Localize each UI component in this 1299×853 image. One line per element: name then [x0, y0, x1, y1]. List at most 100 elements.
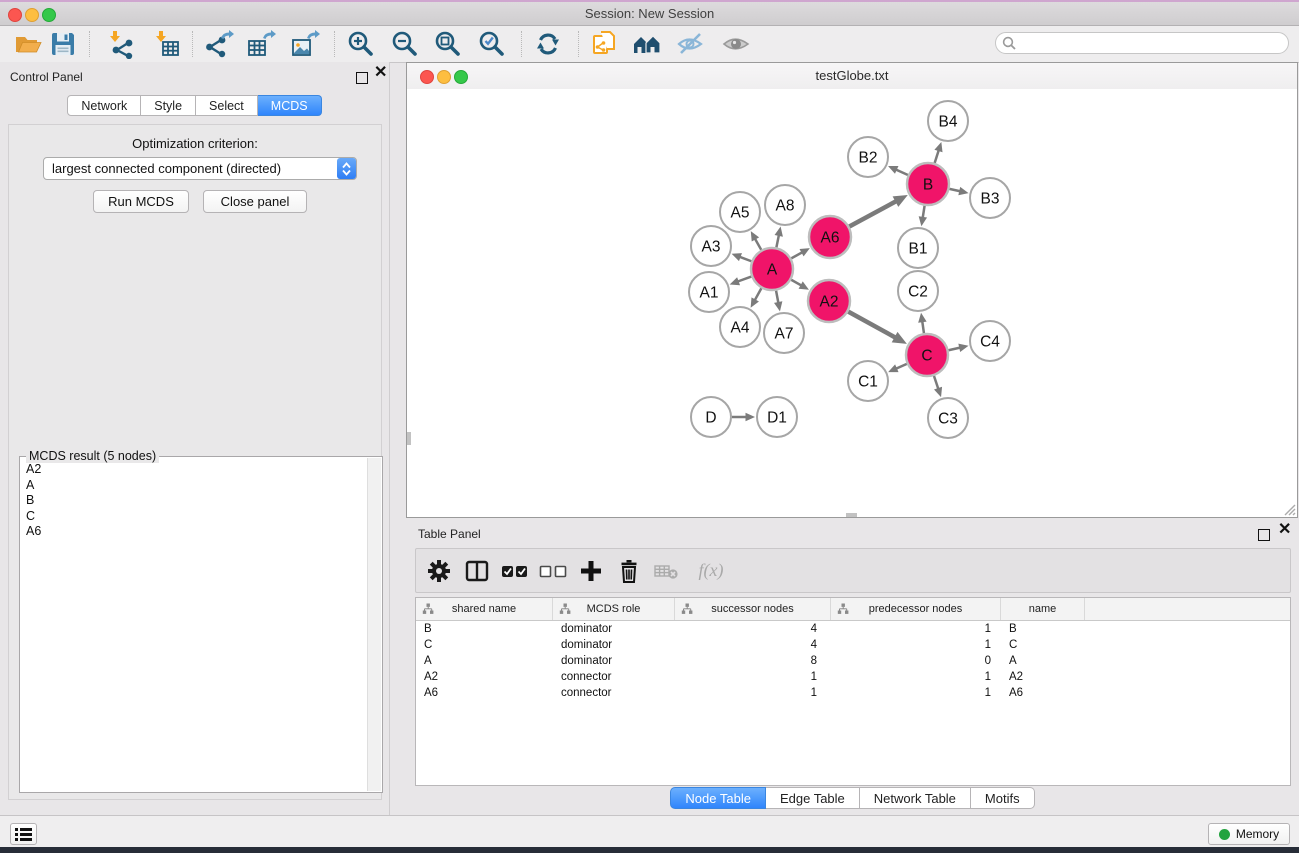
- new-network-from-selection-icon[interactable]: [590, 29, 620, 59]
- graph-edge-A-A6[interactable]: [791, 252, 803, 259]
- table-cell[interactable]: 4: [675, 621, 831, 637]
- tab-mcds[interactable]: MCDS: [258, 95, 322, 116]
- table-cell[interactable]: connector: [553, 669, 675, 685]
- table-row[interactable]: Cdominator41C: [416, 637, 1290, 653]
- zoom-selected-icon[interactable]: [477, 29, 507, 59]
- memory-button[interactable]: Memory: [1208, 823, 1290, 845]
- table-cell[interactable]: A6: [416, 685, 553, 701]
- zoom-in-icon[interactable]: [346, 29, 376, 59]
- graph-edge-A-A7[interactable]: [776, 291, 779, 304]
- canvas-vertical-scroll-thumb[interactable]: [407, 432, 411, 445]
- canvas-horizontal-scroll-thumb[interactable]: [846, 513, 857, 517]
- export-image-icon[interactable]: [290, 29, 320, 59]
- zoom-out-icon[interactable]: [390, 29, 420, 59]
- table-float-panel-icon[interactable]: [1258, 529, 1270, 541]
- close-panel-button[interactable]: Close panel: [203, 190, 307, 213]
- table-cell[interactable]: A: [1001, 653, 1085, 669]
- mcds-result-item[interactable]: A: [22, 478, 366, 494]
- close-panel-icon[interactable]: ✕: [374, 65, 387, 81]
- mcds-result-item[interactable]: A2: [22, 462, 366, 478]
- tab-network-table[interactable]: Network Table: [860, 787, 971, 809]
- column-label: name: [1029, 603, 1057, 615]
- graph-edge-A-A4[interactable]: [754, 288, 761, 301]
- tab-node-table[interactable]: Node Table: [670, 787, 766, 809]
- table-cell[interactable]: A: [416, 653, 553, 669]
- search-field[interactable]: [995, 32, 1289, 54]
- mcds-result-item[interactable]: B: [22, 493, 366, 509]
- result-scrollbar[interactable]: [367, 458, 381, 791]
- first-neighbors-icon[interactable]: [632, 29, 662, 59]
- column-header-predecessor-nodes[interactable]: predecessor nodes: [831, 598, 1001, 620]
- select-all-columns-icon[interactable]: [500, 556, 530, 586]
- table-cell[interactable]: B: [1001, 621, 1085, 637]
- tab-motifs[interactable]: Motifs: [971, 787, 1035, 809]
- table-close-panel-icon[interactable]: ✕: [1278, 522, 1291, 538]
- graph-edge-B-B4[interactable]: [935, 149, 939, 163]
- search-input[interactable]: [1021, 35, 1282, 51]
- graph-edge-A-A1[interactable]: [737, 277, 752, 282]
- table-cell[interactable]: dominator: [553, 637, 675, 653]
- table-cell[interactable]: 1: [675, 669, 831, 685]
- graph-edge-A-A8[interactable]: [776, 234, 779, 248]
- network-graph[interactable]: B4B2BB3A8A5A6A3B1AC2A1A2A4A7C4CC1C3DD1: [407, 89, 1297, 517]
- graph-edge-B-B2[interactable]: [895, 169, 908, 175]
- unselect-all-columns-icon[interactable]: [538, 556, 568, 586]
- float-panel-icon[interactable]: [356, 72, 368, 84]
- run-mcds-button[interactable]: Run MCDS: [93, 190, 189, 213]
- table-cell[interactable]: A2: [1001, 669, 1085, 685]
- graph-edge-A-A3[interactable]: [739, 256, 752, 261]
- graph-edge-A-A5[interactable]: [754, 238, 761, 250]
- zoom-fit-icon[interactable]: [433, 29, 463, 59]
- table-row[interactable]: Bdominator41B: [416, 621, 1290, 637]
- create-column-plus-icon[interactable]: [576, 556, 606, 586]
- table-cell[interactable]: A6: [1001, 685, 1085, 701]
- show-column-panel-icon[interactable]: [462, 556, 492, 586]
- column-header-successor-nodes[interactable]: successor nodes: [675, 598, 831, 620]
- hide-selected-icon[interactable]: [675, 29, 705, 59]
- tab-select[interactable]: Select: [196, 95, 258, 116]
- criterion-dropdown[interactable]: largest connected component (directed): [43, 157, 357, 180]
- table-row[interactable]: A6connector11A6: [416, 685, 1290, 701]
- task-history-button[interactable]: [10, 823, 37, 845]
- mcds-result-item[interactable]: C: [22, 509, 366, 525]
- table-cell[interactable]: 4: [675, 637, 831, 653]
- table-cell[interactable]: 1: [831, 685, 1001, 701]
- table-cell[interactable]: B: [416, 621, 553, 637]
- table-cell[interactable]: C: [1001, 637, 1085, 653]
- table-row[interactable]: A2connector11A2: [416, 669, 1290, 685]
- table-cell[interactable]: 8: [675, 653, 831, 669]
- table-cell[interactable]: 1: [831, 669, 1001, 685]
- column-header-name[interactable]: name: [1001, 598, 1085, 620]
- table-row[interactable]: Adominator80A: [416, 653, 1290, 669]
- table-cell[interactable]: dominator: [553, 621, 675, 637]
- table-cell[interactable]: 0: [831, 653, 1001, 669]
- resize-grip-icon[interactable]: [1283, 503, 1296, 516]
- delete-column-trash-icon[interactable]: [614, 556, 644, 586]
- mcds-result-item[interactable]: A6: [22, 524, 366, 540]
- table-cell[interactable]: C: [416, 637, 553, 653]
- table-cell[interactable]: 1: [831, 621, 1001, 637]
- graph-edge-A6-B[interactable]: [849, 201, 897, 227]
- tab-network[interactable]: Network: [67, 95, 141, 116]
- table-cell[interactable]: connector: [553, 685, 675, 701]
- tab-style[interactable]: Style: [141, 95, 196, 116]
- network-canvas[interactable]: B4B2BB3A8A5A6A3B1AC2A1A2A4A7C4CC1C3DD1: [407, 89, 1297, 517]
- export-network-icon[interactable]: [204, 29, 234, 59]
- column-header-mcds-role[interactable]: MCDS role: [553, 598, 675, 620]
- save-session-icon[interactable]: [48, 29, 78, 59]
- graph-edge-C-C3[interactable]: [934, 376, 939, 390]
- table-cell[interactable]: dominator: [553, 653, 675, 669]
- tab-edge-table[interactable]: Edge Table: [766, 787, 860, 809]
- import-network-icon[interactable]: [105, 29, 135, 59]
- graph-edge-A2-C[interactable]: [848, 312, 896, 338]
- show-all-icon[interactable]: [721, 29, 751, 59]
- table-settings-gear-icon[interactable]: [424, 556, 454, 586]
- open-session-icon[interactable]: [13, 29, 43, 59]
- table-cell[interactable]: A2: [416, 669, 553, 685]
- refresh-layout-icon[interactable]: [533, 29, 563, 59]
- table-cell[interactable]: 1: [831, 637, 1001, 653]
- column-header-shared-name[interactable]: shared name: [416, 598, 553, 620]
- export-table-icon[interactable]: [246, 29, 276, 59]
- table-cell[interactable]: 1: [675, 685, 831, 701]
- import-table-icon[interactable]: [151, 29, 181, 59]
